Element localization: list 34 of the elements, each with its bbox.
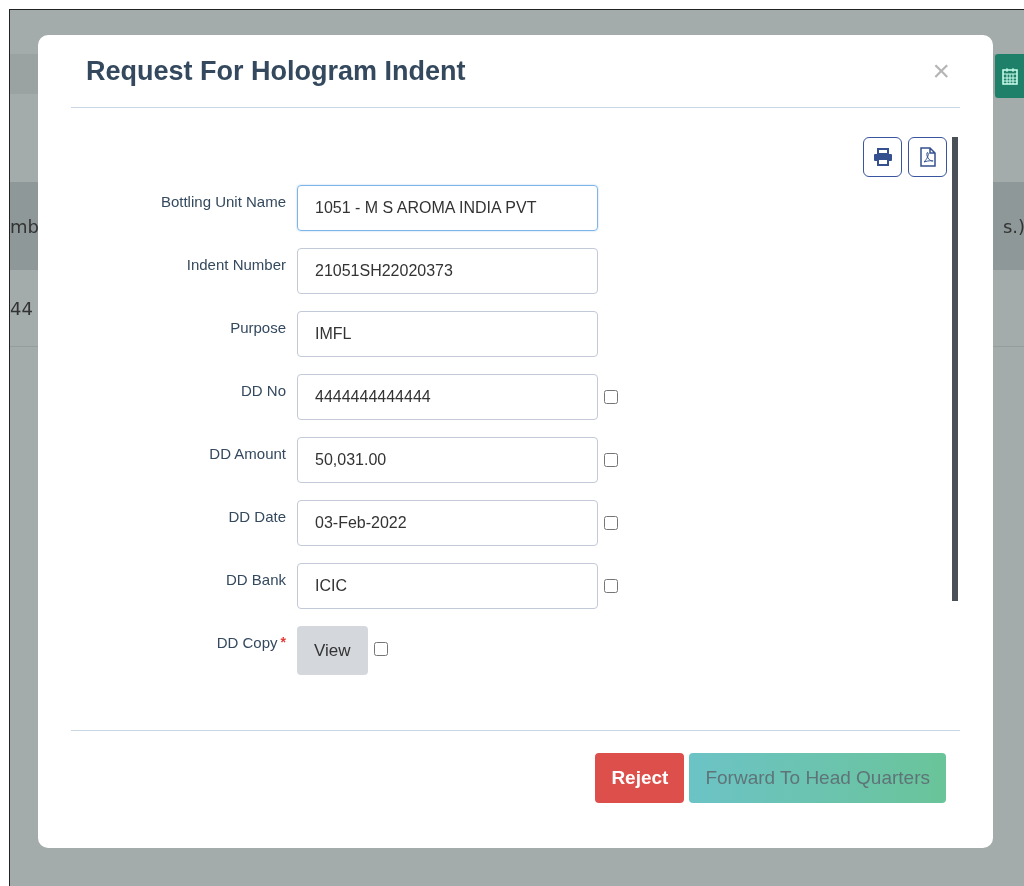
field-label: DD Bank [224,570,287,588]
scrollbar[interactable] [952,137,958,601]
checkbox[interactable] [604,390,618,404]
input-field[interactable]: 4444444444444 [297,374,598,420]
input-field[interactable]: IMFL [297,311,598,357]
table-cell: 44 [10,297,33,319]
checkbox[interactable] [373,642,388,656]
print-button[interactable] [863,137,902,177]
view-button[interactable]: View [297,626,368,675]
required-mark: * [280,634,286,650]
checkbox[interactable] [604,579,618,593]
printer-icon [872,148,893,166]
field-label: DD Copy * [215,633,287,651]
column-header: mb [10,215,39,237]
reject-button[interactable]: Reject [595,753,685,803]
input-field[interactable]: 50,031.00 [297,437,598,483]
input-field[interactable]: 03-Feb-2022 [297,500,598,546]
field-label: DD Amount [208,444,287,462]
input-field[interactable]: 1051 - M S AROMA INDIA PVT [297,185,598,231]
input-field[interactable]: ICIC [297,563,598,609]
column-header: s.) [1002,215,1024,237]
field-label: DD Date [227,507,287,525]
checkbox[interactable] [604,516,618,530]
field-label: DD No [240,381,287,399]
calendar-icon [1002,67,1018,85]
pdf-button[interactable] [908,137,947,177]
calendar-button[interactable] [995,54,1024,98]
field-label: Purpose [229,318,287,336]
input-field[interactable]: 21051SH22020373 [297,248,598,294]
field-label: Indent Number [185,255,287,273]
dialog-title: Request For Hologram Indent [86,55,466,87]
field-label: Bottling Unit Name [159,192,287,210]
checkbox[interactable] [604,453,618,467]
pdf-file-icon [919,147,936,167]
